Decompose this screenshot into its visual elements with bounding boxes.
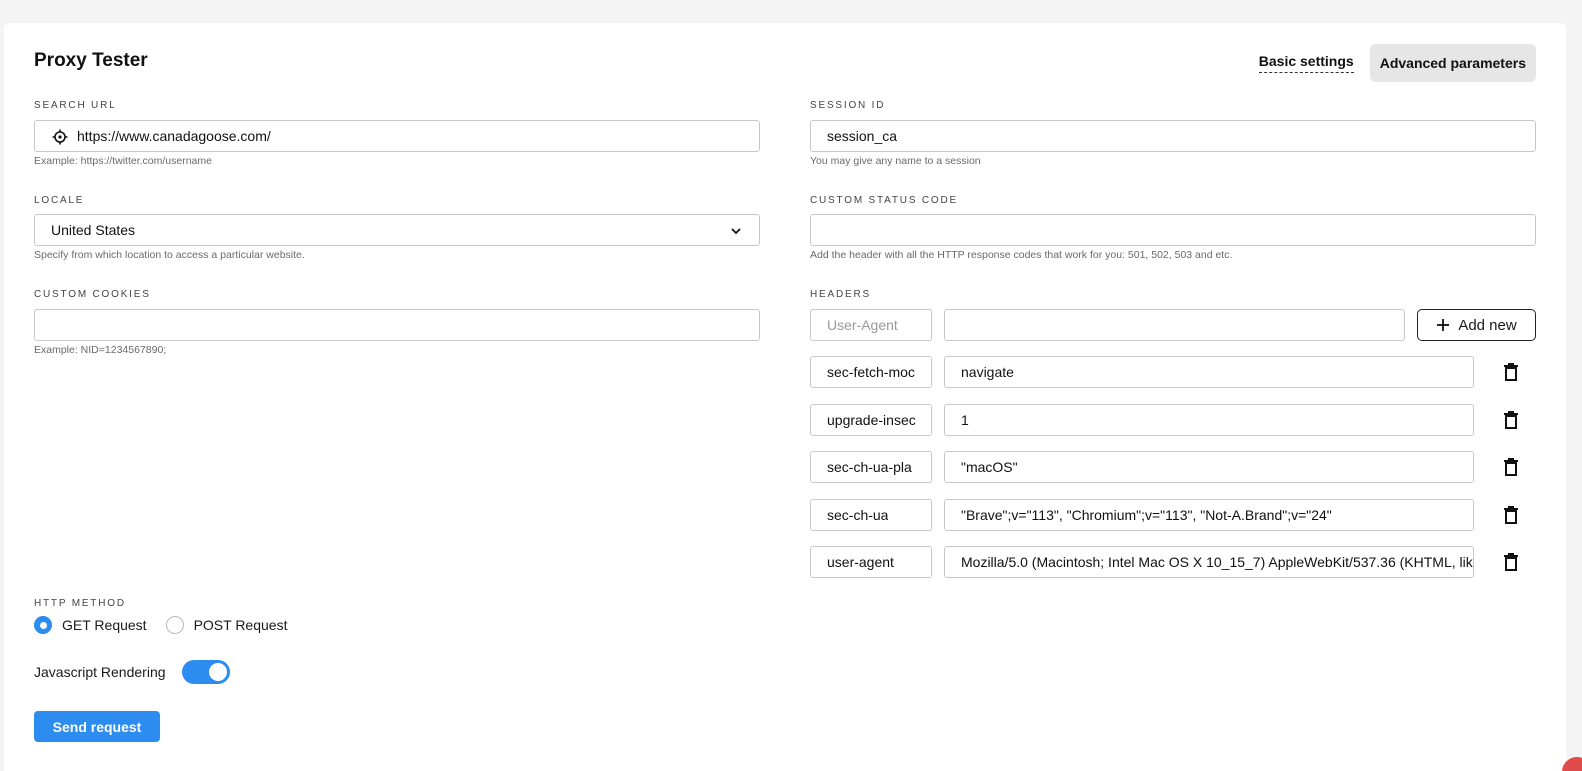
headers-label: HEADERS	[810, 289, 871, 300]
header-value: "Brave";v="113", "Chromium";v="113", "No…	[961, 507, 1332, 523]
page-title: Proxy Tester	[34, 50, 148, 71]
header-value-new-input[interactable]	[944, 309, 1405, 341]
add-header-button[interactable]: Add new	[1417, 309, 1536, 341]
header-value: "macOS"	[961, 459, 1018, 475]
chevron-down-icon	[731, 228, 741, 235]
custom-cookies-hint: Example: NID=1234567890;	[34, 344, 167, 356]
search-url-label: SEARCH URL	[34, 100, 117, 111]
send-request-button[interactable]: Send request	[34, 711, 160, 742]
header-value-input[interactable]: navigate	[944, 356, 1474, 388]
custom-status-code-input[interactable]	[810, 214, 1536, 246]
tab-advanced-parameters[interactable]: Advanced parameters	[1369, 44, 1536, 82]
search-url-value: https://www.canadagoose.com/	[77, 128, 271, 144]
header-value-input[interactable]: Mozilla/5.0 (Macintosh; Intel Mac OS X 1…	[944, 546, 1474, 578]
header-name: sec-ch-ua	[827, 507, 889, 523]
trash-icon[interactable]	[1503, 458, 1519, 476]
trash-icon[interactable]	[1503, 363, 1519, 381]
radio-post[interactable]	[165, 616, 184, 634]
settings-tabs: Basic settings Advanced parameters	[1258, 44, 1536, 82]
header-name-input[interactable]: user-agent	[810, 546, 932, 578]
custom-cookies-label: CUSTOM COOKIES	[34, 289, 151, 300]
locale-select[interactable]: United States	[34, 214, 760, 246]
trash-icon[interactable]	[1503, 553, 1519, 571]
session-id-value: session_ca	[827, 128, 898, 144]
session-id-input[interactable]: session_ca	[810, 120, 1536, 152]
radio-get[interactable]	[34, 616, 52, 634]
header-value: Mozilla/5.0 (Macintosh; Intel Mac OS X 1…	[961, 554, 1473, 570]
header-name: user-agent	[827, 554, 894, 570]
trash-icon[interactable]	[1503, 506, 1519, 524]
custom-status-code-label: CUSTOM STATUS CODE	[810, 195, 958, 206]
tab-basic-settings[interactable]: Basic settings	[1258, 53, 1354, 73]
locale-value: United States	[51, 222, 136, 238]
header-value: navigate	[961, 364, 1014, 380]
radio-post-label: POST Request	[193, 617, 288, 633]
http-method-label: HTTP METHOD	[34, 598, 126, 609]
add-header-label: Add new	[1458, 316, 1517, 334]
locale-label: LOCALE	[34, 195, 85, 206]
search-url-input[interactable]: https://www.canadagoose.com/	[34, 120, 760, 152]
header-value-input[interactable]: 1	[944, 404, 1474, 436]
session-id-hint: You may give any name to a session	[810, 155, 981, 167]
js-rendering-label: Javascript Rendering	[34, 664, 166, 680]
header-name-placeholder: User-Agent	[827, 317, 898, 333]
radio-get-label: GET Request	[62, 617, 147, 633]
header-name-new-input[interactable]: User-Agent	[810, 309, 932, 341]
search-url-hint: Example: https://twitter.com/username	[34, 155, 212, 167]
custom-cookies-input[interactable]	[34, 309, 760, 341]
js-rendering-row: Javascript Rendering	[34, 660, 230, 684]
header-name: sec-fetch-moc	[827, 364, 915, 380]
locale-hint: Specify from which location to access a …	[34, 249, 305, 261]
js-rendering-toggle[interactable]	[181, 660, 230, 684]
header-name-input[interactable]: sec-fetch-moc	[810, 356, 932, 388]
header-name-input[interactable]: sec-ch-ua	[810, 499, 932, 531]
crosshair-icon	[52, 129, 68, 145]
session-id-label: SESSION ID	[810, 100, 886, 111]
trash-icon[interactable]	[1503, 411, 1519, 429]
plus-icon	[1437, 319, 1450, 331]
header-name: upgrade-insec	[827, 412, 916, 428]
proxy-tester-card: Proxy Tester Basic settings Advanced par…	[4, 23, 1566, 771]
header-value-input[interactable]: "Brave";v="113", "Chromium";v="113", "No…	[944, 499, 1474, 531]
header-name: sec-ch-ua-pla	[827, 459, 912, 475]
custom-status-code-hint: Add the header with all the HTTP respons…	[810, 249, 1233, 261]
header-value-input[interactable]: "macOS"	[944, 451, 1474, 483]
header-value: 1	[961, 412, 969, 428]
header-name-input[interactable]: upgrade-insec	[810, 404, 932, 436]
http-method-group: GET Request POST Request	[34, 616, 287, 634]
header-name-input[interactable]: sec-ch-ua-pla	[810, 451, 932, 483]
